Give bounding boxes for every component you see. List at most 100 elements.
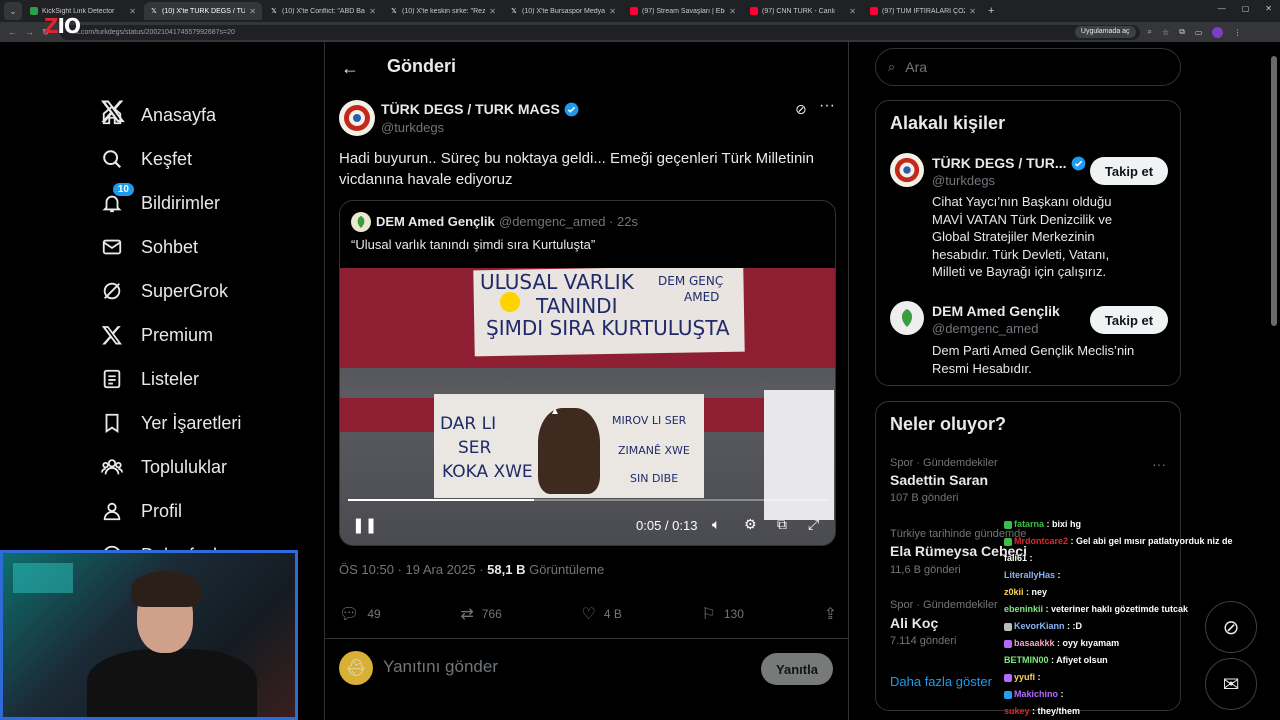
more-options-icon[interactable]: ··· (819, 97, 835, 115)
trend-name-3[interactable]: Ali Koç (890, 615, 938, 631)
quoted-tweet[interactable]: DEM Amed Gençlik @demgenc_amed · 22s “Ul… (339, 200, 836, 546)
nav-item-sohbet[interactable]: Sohbet (100, 232, 198, 262)
grok-icon[interactable]: ⊘ (795, 101, 807, 118)
minimize-icon[interactable]: — (1218, 4, 1226, 13)
nav-item-supergrok[interactable]: SuperGrok (100, 276, 228, 306)
mini-player-icon[interactable]: ⧉ (777, 516, 787, 533)
close-window-icon[interactable]: ✕ (1265, 4, 1272, 13)
pause-icon[interactable]: ❚❚ (352, 516, 377, 534)
nav-item-ke-fet[interactable]: Keşfet (100, 144, 192, 174)
back-icon[interactable]: ← (8, 27, 17, 37)
browser-tab[interactable]: (97) CNN TÜRK - Canlı ✕ (744, 2, 862, 20)
maximize-icon[interactable]: ▢ (1242, 4, 1250, 13)
quoted-author-avatar[interactable] (351, 212, 371, 232)
related-name-2[interactable]: DEM Amed Gençlik (932, 303, 1060, 319)
follow-button-2[interactable]: Takip et (1090, 306, 1168, 334)
related-avatar-1[interactable] (890, 153, 924, 187)
bell-icon: 10 (100, 183, 134, 215)
browser-tab-bar: ⌄ KickSight Link Detector ✕ 𝕏 (10) X'te TÜR… (0, 0, 1280, 22)
nav-item-yer-i-aretleri[interactable]: Yer İşaretleri (100, 408, 241, 438)
follow-button-1[interactable]: Takip et (1090, 157, 1168, 185)
new-tab-button[interactable]: + (988, 5, 994, 17)
nav-item-listeler[interactable]: Listeler (100, 364, 199, 394)
reply-action[interactable]: 💬︎ 49 (339, 604, 381, 624)
tab-close-icon[interactable]: ✕ (249, 7, 256, 16)
repost-action[interactable]: ⇄ 766 (460, 604, 501, 624)
nav-item-label: Keşfet (141, 148, 193, 169)
search-input[interactable]: ⌕ Ara (875, 48, 1181, 86)
verified-badge-icon (1071, 156, 1085, 170)
tab-close-icon[interactable]: ✕ (489, 7, 496, 16)
nav-item-bildirimler[interactable]: 10 Bildirimler (100, 183, 220, 218)
chat-message: fatarna : bixi hg (1004, 516, 1254, 533)
banner2-left-3: KOKA XWE (442, 462, 533, 482)
tab-close-icon[interactable]: ✕ (609, 7, 616, 16)
author-name[interactable]: TÜRK DEGS / TURK MAGS (381, 101, 579, 117)
scrollbar-thumb[interactable] (1271, 56, 1277, 326)
browser-tab-label: (97) Stream Savaşları | Ebo x Un (642, 7, 725, 15)
tab-search-button[interactable]: ⌄ (4, 2, 22, 20)
related-handle-2[interactable]: @demgenc_amed (932, 321, 1038, 336)
url-input[interactable]: x.com/turkdegs/status/200210417455799268… (59, 24, 1140, 40)
profile-avatar[interactable] (1212, 26, 1224, 38)
related-avatar-2[interactable] (890, 301, 924, 335)
tweet-timestamp[interactable]: ÖS 10:50 · 19 Ara 2025 · (339, 562, 487, 577)
tab-close-icon[interactable]: ✕ (849, 7, 856, 16)
extensions-icon[interactable]: ⧉ (1179, 27, 1185, 37)
tab-close-icon[interactable]: ✕ (969, 7, 976, 16)
chat-message: KevorKiann : :D (1004, 618, 1254, 635)
chat-text: : ney (1023, 587, 1048, 597)
reply-input[interactable]: Yanıtını gönder (383, 657, 498, 677)
quoted-tweet-text: “Ulusal varlık tanındı şimdi sıra Kurtul… (351, 237, 596, 252)
browser-tab-label: (97) CNN TÜRK - Canlı (762, 7, 835, 15)
youtube-favicon-icon (870, 7, 878, 15)
video-player[interactable]: ULUSAL VARLIK TANINDI ŞIMDI SIRA KURTULU… (340, 268, 835, 545)
share-action[interactable]: ⇪ (824, 604, 837, 624)
author-handle[interactable]: @turkdegs (381, 120, 444, 135)
nav-item-anasayfa[interactable]: Anasayfa (100, 100, 216, 130)
browser-tab[interactable]: 𝕏 (10) X'te keskin sirke: "Rezalet"✕ (384, 2, 502, 20)
chat-message: z0kii : ney (1004, 584, 1254, 601)
back-arrow-icon[interactable]: ← (341, 58, 359, 79)
share-icon: ⇪ (823, 606, 837, 623)
trend-more-icon[interactable]: ··· (1152, 456, 1166, 472)
browser-tab[interactable]: 𝕏 (10) X'te Conflict: "ABD Başkanı" ✕ (264, 2, 382, 20)
zoom-icon[interactable]: ⌕ (1148, 27, 1152, 37)
quoted-author-name[interactable]: DEM Amed Gençlik (376, 214, 495, 229)
sidebar-icon[interactable]: ▭ (1195, 28, 1203, 37)
reply-button[interactable]: Yanıtla (761, 653, 833, 685)
like-action[interactable]: ♡ 4 B (581, 604, 621, 624)
forward-icon[interactable]: → (25, 27, 34, 37)
open-in-app-button[interactable]: Uygulamada aç (1074, 25, 1136, 38)
page-scrollbar[interactable] (1270, 50, 1278, 710)
youtube-favicon-icon (630, 7, 638, 15)
video-progress-bar[interactable] (348, 499, 830, 501)
webcam-background-light (13, 563, 73, 593)
related-name-1[interactable]: TÜRK DEGS / TUR... (932, 155, 1086, 171)
browser-tab[interactable]: (97) Stream Savaşları | Ebo x Un ✕ (624, 2, 742, 20)
nav-item-topluluklar[interactable]: Topluluklar (100, 452, 227, 482)
chat-text: : veteriner haklı gözetimde tutcak (1043, 604, 1189, 614)
user-avatar[interactable]: 🐣︎ (339, 651, 373, 685)
star-icon[interactable]: ☆ (1162, 28, 1169, 37)
nav-item-premium[interactable]: Premium (100, 320, 213, 350)
tab-close-icon[interactable]: ✕ (369, 7, 376, 16)
volume-icon[interactable]: 🔈︎ (712, 516, 720, 533)
tab-close-icon[interactable]: ✕ (729, 7, 736, 16)
fullscreen-icon[interactable]: ⤢ (808, 516, 819, 533)
related-handle-1[interactable]: @turkdegs (932, 173, 995, 188)
show-more-link[interactable]: Daha fazla göster (890, 674, 992, 689)
trend-name-1[interactable]: Sadettin Saran (890, 472, 988, 488)
browser-tab[interactable]: (97) TÜM İFTİRALARI ÇÖZDÜM ✕ (864, 2, 982, 20)
browser-tab[interactable]: KickSight Link Detector ✕ (24, 2, 142, 20)
browser-tab[interactable]: 𝕏 (10) X'te TÜRK DEGS / TURK MAGS✕ (144, 2, 262, 20)
author-avatar[interactable] (339, 100, 375, 136)
list-icon (100, 367, 124, 391)
nav-item-profil[interactable]: Profil (100, 496, 182, 526)
settings-gear-icon[interactable]: ⚙ (744, 516, 757, 533)
browser-menu-icon[interactable]: ⋮ (1233, 28, 1241, 37)
bookmark-action[interactable]: ⚐ 130 (702, 604, 744, 624)
browser-tab-label: (10) X'te TÜRK DEGS / TURK MAGS (162, 7, 246, 15)
tab-close-icon[interactable]: ✕ (129, 7, 136, 16)
browser-tab[interactable]: 𝕏 (10) X'te Bursaspor Medyaı "Ca"✕ (504, 2, 622, 20)
